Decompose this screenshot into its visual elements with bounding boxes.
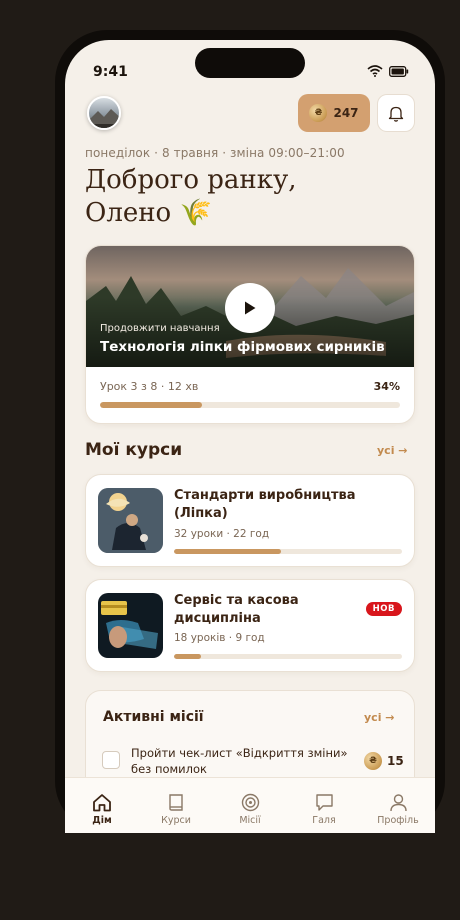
- play-icon: [245, 301, 256, 315]
- hero-title: Технологія ліпки фірмових сирників: [100, 339, 385, 355]
- course-progress-bar: [174, 549, 402, 554]
- mission-text: Пройти чек-лист «Відкриття зміни» без по…: [131, 746, 348, 776]
- course-progress-fill: [174, 549, 282, 554]
- tab-label: Місії: [239, 815, 261, 826]
- coin-icon: ₴: [364, 752, 382, 770]
- target-icon: [241, 793, 260, 812]
- phone-frame: 9:41 ₴ 247 понеділок · 8 травня · зміна …: [55, 30, 445, 833]
- notifications-button[interactable]: [377, 94, 415, 132]
- missions-see-all-link[interactable]: усі →: [364, 711, 395, 724]
- courses-section-title: Мої курси: [85, 440, 183, 460]
- course-thumbnail: [98, 488, 163, 553]
- course-title: Стандарти виробництва (Ліпка): [174, 488, 356, 521]
- course-card[interactable]: Сервіс та касова дисципліна НОВ 18 урокі…: [85, 579, 415, 672]
- dynamic-island: [195, 48, 305, 78]
- greeting-line-1: Доброго ранку,: [85, 165, 297, 195]
- avatar[interactable]: [87, 96, 121, 130]
- course-title: Сервіс та касова дисципліна: [174, 593, 299, 626]
- greeting-line-2: Олено 🌾: [85, 198, 212, 228]
- tab-profile[interactable]: Профіль: [361, 778, 435, 833]
- coins-value: 247: [333, 106, 359, 120]
- battery-icon: [389, 65, 409, 77]
- tab-missions[interactable]: Місії: [213, 778, 287, 833]
- tab-label: Курси: [161, 815, 191, 826]
- lesson-cover-image: Продовжити навчання Технологія ліпки фір…: [86, 246, 414, 367]
- lesson-progress-fill: [100, 402, 202, 408]
- course-thumbnail: [98, 593, 163, 658]
- greeting-title: Доброго ранку, Олено 🌾: [85, 164, 297, 230]
- tab-courses[interactable]: Курси: [139, 778, 213, 833]
- course-meta: 32 уроки · 22 год: [174, 528, 270, 540]
- book-icon: [167, 793, 185, 812]
- app-screen: 9:41 ₴ 247 понеділок · 8 травня · зміна …: [65, 40, 435, 833]
- mission-checkbox[interactable]: [102, 751, 120, 769]
- missions-title: Активні місії: [103, 709, 204, 725]
- wifi-icon: [367, 65, 383, 77]
- tab-label: Галя: [312, 815, 336, 826]
- hero-kicker: Продовжити навчання: [100, 323, 220, 334]
- course-card[interactable]: Стандарти виробництва (Ліпка) 32 уроки ·…: [85, 474, 415, 567]
- course-meta: 18 уроків · 9 год: [174, 632, 265, 644]
- bottom-tab-bar: Дім Курси Місії Галя Профіль: [65, 777, 435, 833]
- home-icon: [92, 793, 112, 812]
- continue-learning-card[interactable]: Продовжити навчання Технологія ліпки фір…: [85, 245, 415, 424]
- chat-icon: [315, 793, 334, 812]
- status-icons: [367, 65, 409, 77]
- bell-icon: [388, 105, 404, 122]
- lesson-progress-percent: 34%: [373, 380, 400, 393]
- play-button[interactable]: [225, 283, 275, 333]
- user-icon: [389, 793, 408, 812]
- lesson-meta: Урок 3 з 8 · 12 хв: [100, 380, 199, 393]
- tab-label: Профіль: [377, 815, 419, 826]
- courses-see-all-link[interactable]: усі →: [377, 444, 408, 457]
- mission-reward-value: 15: [387, 754, 404, 768]
- course-progress-bar: [174, 654, 402, 659]
- date-line: понеділок · 8 травня · зміна 09:00–21:00: [85, 146, 345, 160]
- tab-home[interactable]: Дім: [65, 778, 139, 833]
- tab-label: Дім: [92, 815, 112, 826]
- new-badge: НОВ: [365, 602, 402, 616]
- tab-chat[interactable]: Галя: [287, 778, 361, 833]
- course-progress-fill: [174, 654, 202, 659]
- status-time: 9:41: [93, 64, 128, 80]
- coins-balance[interactable]: ₴ 247: [298, 94, 370, 132]
- mission-reward: ₴ 15: [364, 752, 404, 770]
- coin-icon: ₴: [309, 104, 328, 122]
- lesson-progress-bar: [100, 402, 400, 408]
